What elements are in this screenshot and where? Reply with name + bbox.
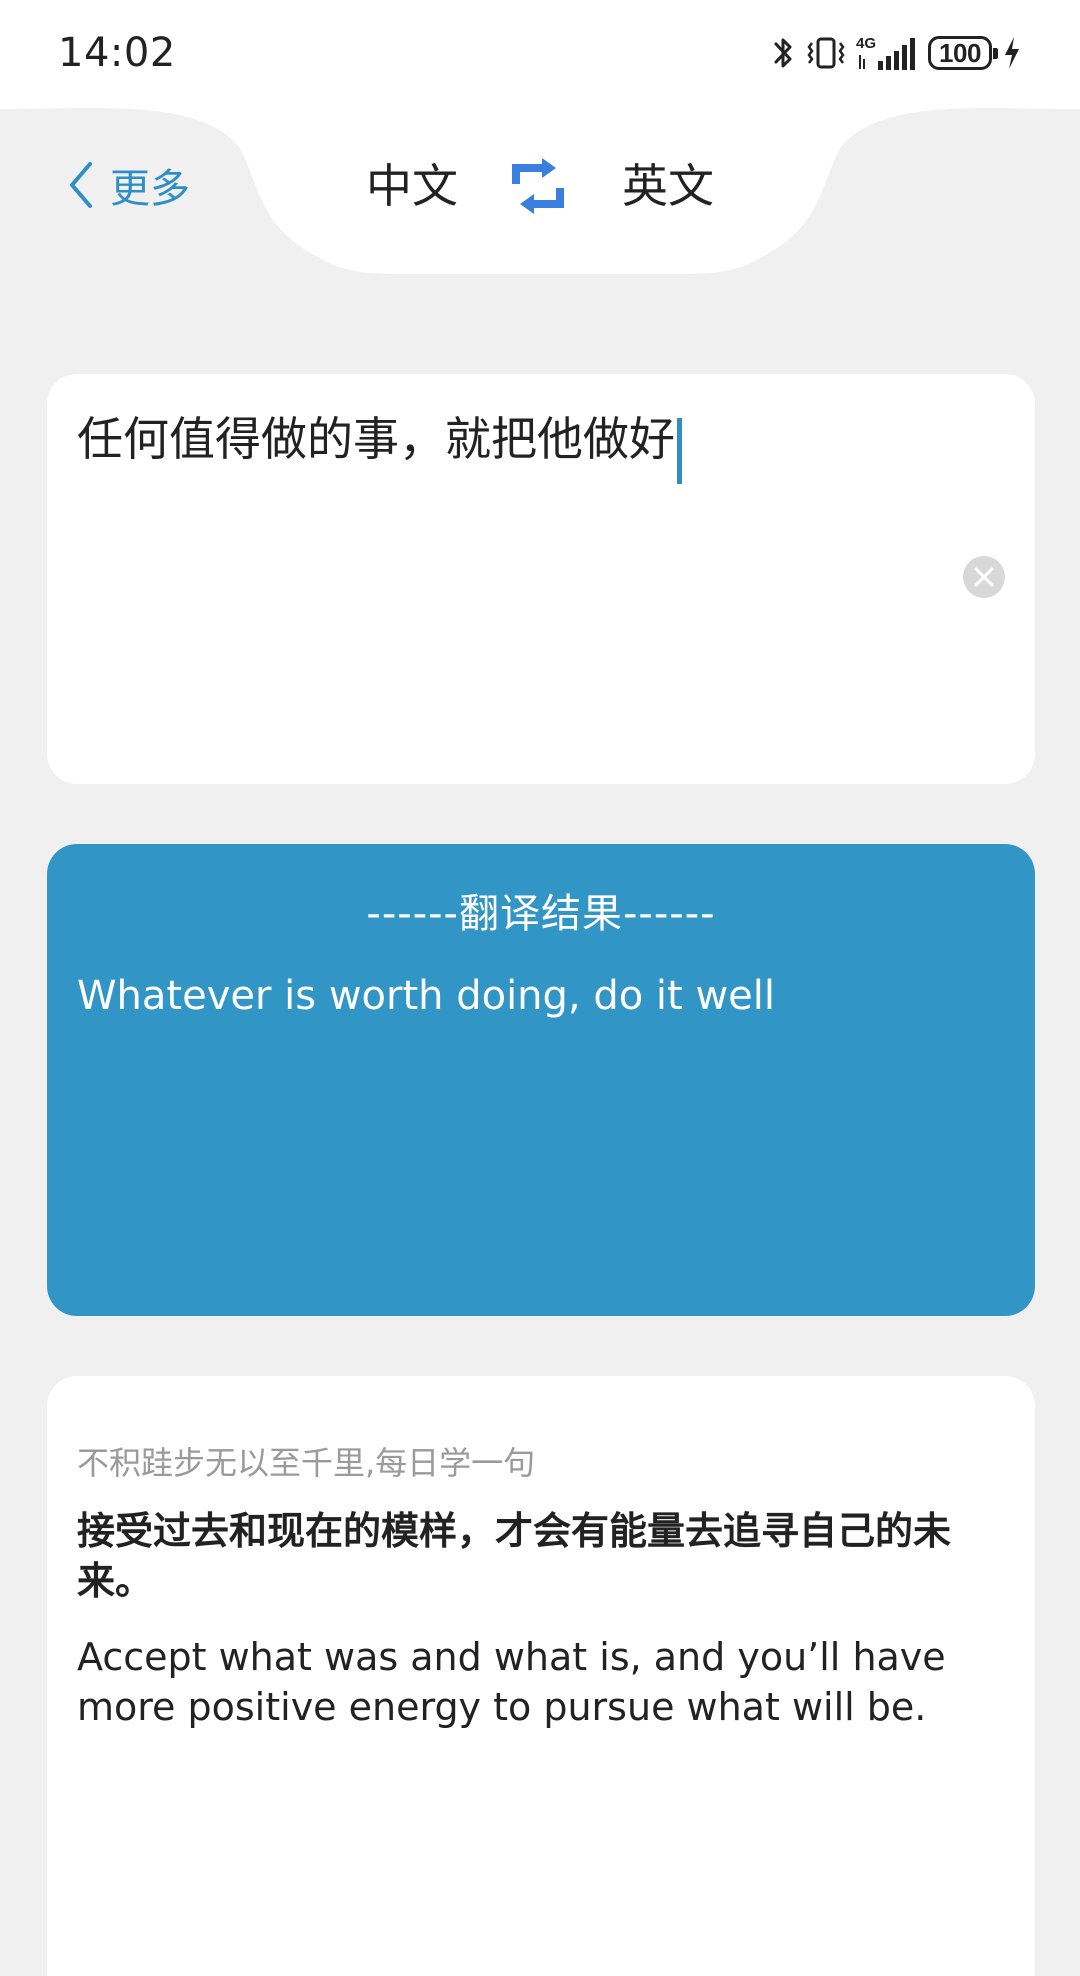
text-cursor — [677, 417, 682, 484]
source-text-input[interactable]: 任何值得做的事，就把他做好 — [77, 412, 675, 466]
vibrate-icon — [807, 37, 845, 69]
close-icon — [974, 567, 994, 587]
daily-sentence-english: Accept what was and what is, and you’ll … — [77, 1635, 946, 1729]
battery-icon: 100 — [928, 36, 998, 70]
swap-icon — [512, 158, 564, 214]
battery-level: 100 — [939, 37, 981, 68]
source-language-button[interactable]: 中文 — [366, 150, 458, 222]
daily-sentence-chinese: 接受过去和现在的模样，才会有能量去追寻自己的未来。 — [77, 1509, 952, 1603]
charging-icon — [1005, 37, 1019, 69]
signal-icon: 4G — [856, 35, 915, 70]
source-text-card[interactable]: 任何值得做的事，就把他做好 — [47, 374, 1035, 784]
network-type-label: 4G — [856, 35, 876, 52]
swap-languages-button[interactable] — [506, 154, 570, 218]
daily-sentence-card: 不积跬步无以至千里,每日学一句 接受过去和现在的模样，才会有能量去追寻自己的未来… — [47, 1376, 1035, 1976]
back-label: 更多 — [110, 166, 190, 212]
result-heading: ------翻译结果------ — [366, 891, 716, 937]
translation-result-text: Whatever is worth doing, do it well — [77, 973, 775, 1019]
clear-input-button[interactable] — [963, 556, 1005, 598]
target-language-button[interactable]: 英文 — [622, 150, 714, 222]
translation-result-card: ------翻译结果------ Whatever is worth doing… — [47, 844, 1035, 1316]
bluetooth-icon — [774, 38, 792, 68]
daily-caption: 不积跬步无以至千里,每日学一句 — [77, 1444, 536, 1482]
status-bar: 14:02 4G 100 — [0, 0, 1080, 108]
status-time: 14:02 — [58, 30, 176, 76]
chevron-left-icon — [70, 162, 92, 208]
status-icons: 4G 100 — [770, 30, 1022, 76]
back-button[interactable]: 更多 — [66, 150, 190, 220]
